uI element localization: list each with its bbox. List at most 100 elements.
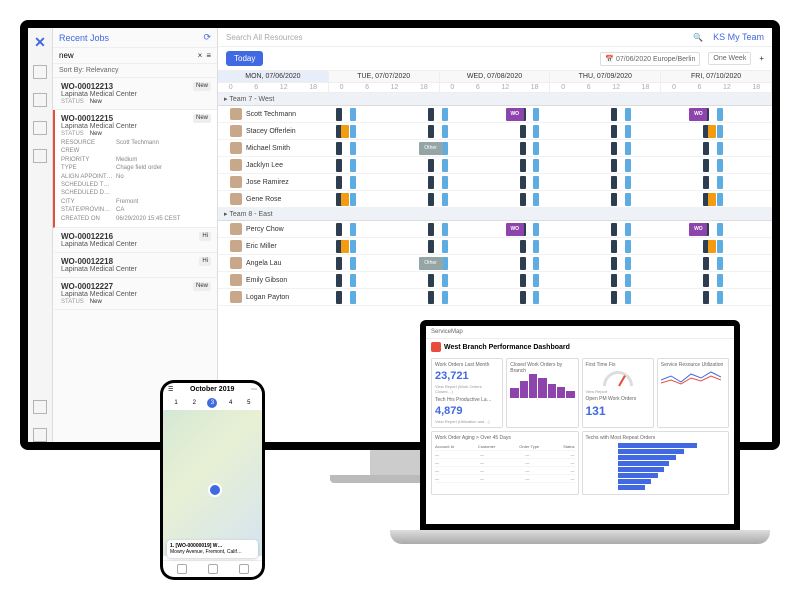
avatar <box>230 240 242 252</box>
map-pin-icon[interactable] <box>208 483 222 497</box>
laptop-base <box>390 530 770 544</box>
techs-panel[interactable]: Techs with Most Repeat Orders <box>582 431 730 495</box>
day-header[interactable]: MON, 07/06/2020 <box>218 71 329 82</box>
sort-selector[interactable]: Sort By: Relevancy <box>53 64 217 78</box>
hbar <box>618 467 664 472</box>
dashboard-breadcrumb[interactable]: ServiceMap <box>426 326 734 339</box>
today-button[interactable]: Today <box>226 51 263 66</box>
resource-search[interactable]: Search All Resources <box>226 33 683 42</box>
bar <box>520 381 528 398</box>
person-name: Scott Techmann <box>246 111 296 118</box>
resource-row[interactable]: Logan Payton <box>218 289 772 306</box>
hbar <box>618 443 698 448</box>
kpi-gauge[interactable]: First Time Fix View Report Open PM Work … <box>582 358 654 428</box>
avatar <box>230 176 242 188</box>
dashboard-title: West Branch Performance Dashboard <box>444 344 570 351</box>
sparkline-icon <box>661 368 721 388</box>
team-group-header[interactable]: ▸ Team 8 - East <box>218 208 772 221</box>
sidebar-title[interactable]: Recent Jobs <box>59 33 109 43</box>
day-header[interactable]: WED, 07/08/2020 <box>440 71 551 82</box>
hbar <box>618 449 685 454</box>
kpi-bar-chart[interactable]: Closed Work Orders by Branch <box>506 358 578 428</box>
kpi-card[interactable]: Work Orders Last Month 23,721 View Repor… <box>431 358 503 428</box>
kpi-utilization[interactable]: Service Resource Utilization <box>657 358 729 428</box>
phone-menu-icon[interactable]: ☰ <box>168 386 173 393</box>
resource-row[interactable]: Michael SmithOther <box>218 140 772 157</box>
phone-cal-day[interactable]: 5 <box>244 398 254 408</box>
person-name: Michael Smith <box>246 145 290 152</box>
phone-nav-2[interactable] <box>208 564 218 574</box>
filter-icon[interactable]: ≡ <box>206 51 211 60</box>
resource-row[interactable]: Jacklyn Lee <box>218 157 772 174</box>
avatar <box>230 108 242 120</box>
team-group-header[interactable]: ▸ Team 7 - West <box>218 93 772 106</box>
rail-icon-4[interactable] <box>33 149 47 163</box>
bar <box>529 374 537 398</box>
hbar <box>618 461 670 466</box>
person-name: Jose Ramirez <box>246 179 289 186</box>
phone-job-card[interactable]: 1. [WO-00000019] W… Mowry Avenue, Fremon… <box>167 540 258 558</box>
avatar <box>230 257 242 269</box>
person-name: Gene Rose <box>246 196 281 203</box>
app-logo[interactable]: ✕ <box>34 34 46 51</box>
phone-cal-day[interactable]: 1 <box>171 398 181 408</box>
person-name: Logan Payton <box>246 294 289 301</box>
bar <box>510 388 518 398</box>
person-name: Percy Chow <box>246 226 284 233</box>
rail-icon-apps[interactable] <box>33 428 47 442</box>
person-name: Stacey Offerlein <box>246 128 296 135</box>
team-selector[interactable]: KS My Team <box>713 32 764 42</box>
dashboard-app: ServiceMap West Branch Performance Dashb… <box>426 326 734 524</box>
avatar <box>230 193 242 205</box>
nav-rail: ✕ <box>28 28 53 442</box>
rail-icon-3[interactable] <box>33 121 47 135</box>
job-card[interactable]: WO-00012218Hi Lapinata Medical Center <box>53 253 217 278</box>
person-name: Angela Lau <box>246 260 281 267</box>
bar <box>557 387 565 398</box>
job-card[interactable]: WO-00012227New Lapinata Medical Center S… <box>53 278 217 310</box>
rail-icon-1[interactable] <box>33 65 47 79</box>
day-header[interactable]: TUE, 07/07/2020 <box>329 71 440 82</box>
phone-cal-day[interactable]: 2 <box>189 398 199 408</box>
avatar <box>230 223 242 235</box>
phone-more-icon[interactable]: ⋯ <box>251 386 257 393</box>
sidebar-search-input[interactable] <box>59 51 194 60</box>
resource-row[interactable]: Eric Miller <box>218 238 772 255</box>
resource-row[interactable]: Percy ChowWOWO <box>218 221 772 238</box>
rail-icon-2[interactable] <box>33 93 47 107</box>
clear-icon[interactable]: × <box>198 51 203 60</box>
phone-nav-1[interactable] <box>177 564 187 574</box>
phone-map[interactable] <box>163 410 262 556</box>
resource-row[interactable]: Scott TechmannWOWO <box>218 106 772 123</box>
resource-row[interactable]: Jose Ramirez <box>218 174 772 191</box>
search-icon[interactable]: 🔍 <box>693 33 703 42</box>
phone-cal-day[interactable]: 4 <box>226 398 236 408</box>
phone-nav-3[interactable] <box>239 564 249 574</box>
hbar <box>618 455 677 460</box>
resource-row[interactable]: Angela LauOther <box>218 255 772 272</box>
day-header[interactable]: THU, 07/09/2020 <box>550 71 661 82</box>
job-card[interactable]: WO-00012216Hi Lapinata Medical Center <box>53 228 217 253</box>
date-range[interactable]: 📅 07/06/2020 Europe/Berlin <box>600 52 700 66</box>
phone-cal-day[interactable]: 3 <box>207 398 217 408</box>
span-selector[interactable]: One Week <box>708 52 751 65</box>
resource-row[interactable]: Stacey Offerlein <box>218 123 772 140</box>
job-card[interactable]: WO-00012213New Lapinata Medical Center S… <box>53 78 217 110</box>
resource-row[interactable]: Gene Rose <box>218 191 772 208</box>
day-header[interactable]: FRI, 07/10/2020 <box>661 71 772 82</box>
rail-icon-settings[interactable] <box>33 400 47 414</box>
phone-month[interactable]: October 2019 <box>190 386 234 393</box>
gauge-icon <box>603 371 633 386</box>
bar <box>538 378 546 398</box>
bar <box>566 391 574 398</box>
avatar <box>230 274 242 286</box>
person-name: Eric Miller <box>246 243 277 250</box>
job-card-selected[interactable]: WO-00012215New Lapinata Medical Center S… <box>53 110 217 228</box>
person-name: Emily Gibson <box>246 277 287 284</box>
refresh-icon[interactable]: ⟳ <box>203 32 211 43</box>
aging-table-panel[interactable]: Work Order Aging > Over 45 Days Account … <box>431 431 579 495</box>
hbar <box>618 479 651 484</box>
add-icon[interactable]: + <box>759 54 764 63</box>
resource-row[interactable]: Emily Gibson <box>218 272 772 289</box>
avatar <box>230 291 242 303</box>
